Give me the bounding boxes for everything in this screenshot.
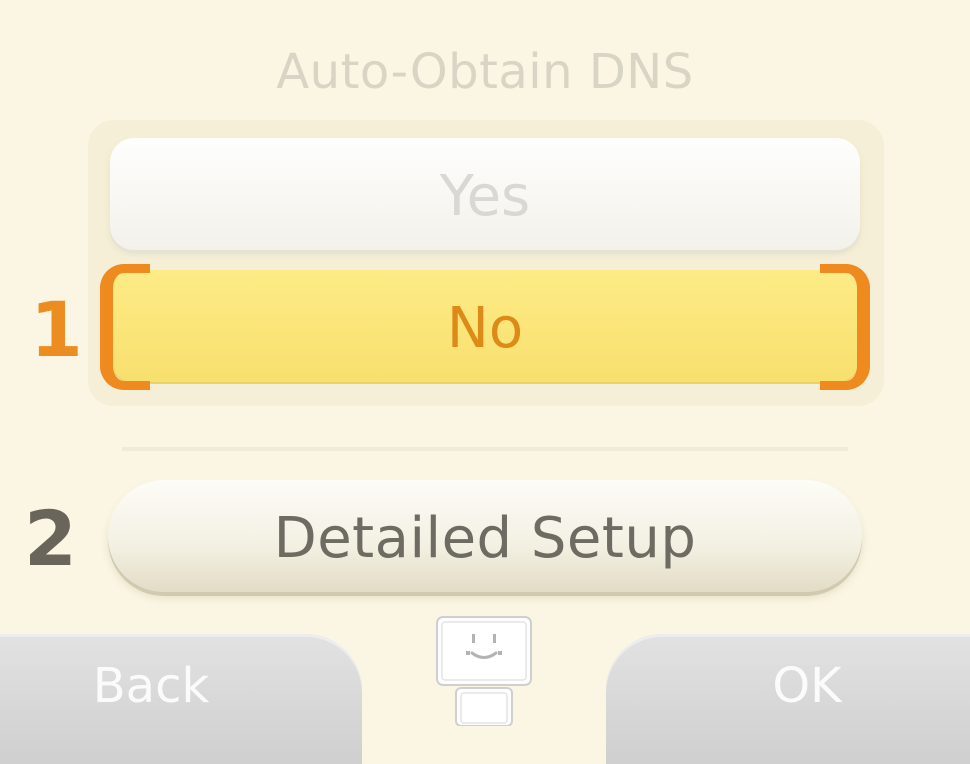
no-button-label: No: [446, 295, 524, 361]
detailed-setup-button[interactable]: Detailed Setup: [108, 480, 862, 592]
marker-number-2: 2: [24, 494, 77, 583]
selection-bracket-left: [100, 264, 150, 390]
detailed-setup-label: Detailed Setup: [273, 505, 697, 571]
divider: [122, 447, 848, 451]
yes-button[interactable]: Yes: [110, 138, 860, 250]
back-button[interactable]: Back: [0, 634, 362, 764]
no-button[interactable]: No: [110, 270, 860, 382]
marker-number-1: 1: [30, 285, 83, 374]
ok-button[interactable]: OK: [606, 634, 970, 764]
selection-bracket-right: [820, 264, 870, 390]
ok-button-label: OK: [772, 658, 842, 714]
home-menu-smiley-icon[interactable]: [436, 616, 532, 726]
yes-button-label: Yes: [439, 163, 531, 229]
page-title: Auto-Obtain DNS: [276, 44, 694, 100]
back-button-label: Back: [92, 658, 210, 714]
